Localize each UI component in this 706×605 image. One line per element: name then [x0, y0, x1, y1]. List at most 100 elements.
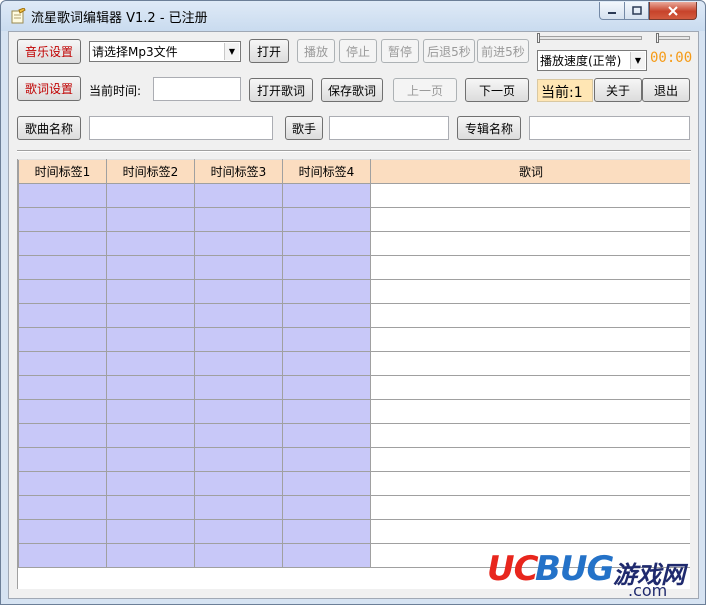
timestamp-cell[interactable] — [106, 231, 195, 256]
timestamp-cell[interactable] — [282, 327, 371, 352]
open-button[interactable]: 打开 — [249, 39, 289, 63]
timestamp-cell[interactable] — [194, 423, 283, 448]
lyrics-cell[interactable] — [370, 375, 690, 400]
album-name-button[interactable]: 专辑名称 — [457, 116, 521, 140]
maximize-button[interactable] — [624, 2, 649, 20]
timestamp-cell[interactable] — [194, 207, 283, 232]
timestamp-cell[interactable] — [282, 279, 371, 304]
timestamp-cell[interactable] — [282, 183, 371, 208]
lyrics-cell[interactable] — [370, 279, 690, 304]
timestamp-cell[interactable] — [18, 399, 107, 424]
timestamp-cell[interactable] — [18, 471, 107, 496]
back-5s-button[interactable]: 后退5秒 — [423, 39, 475, 63]
timestamp-cell[interactable] — [18, 303, 107, 328]
position-slider[interactable] — [537, 36, 642, 40]
timestamp-cell[interactable] — [18, 447, 107, 472]
column-header-timestamp-1[interactable]: 时间标签1 — [18, 159, 107, 184]
song-name-button[interactable]: 歌曲名称 — [17, 116, 81, 140]
lyrics-grid[interactable]: 时间标签1 时间标签2 时间标签3 时间标签4 歌词 — [17, 159, 690, 589]
position-slider-thumb[interactable] — [537, 33, 540, 43]
singer-input[interactable] — [329, 116, 449, 140]
singer-button[interactable]: 歌手 — [285, 116, 323, 140]
play-button[interactable]: 播放 — [297, 39, 335, 63]
timestamp-cell[interactable] — [106, 207, 195, 232]
lyrics-cell[interactable] — [370, 255, 690, 280]
lyrics-cell[interactable] — [370, 303, 690, 328]
timestamp-cell[interactable] — [106, 447, 195, 472]
timestamp-cell[interactable] — [194, 231, 283, 256]
timestamp-cell[interactable] — [194, 471, 283, 496]
timestamp-cell[interactable] — [282, 543, 371, 568]
lyrics-cell[interactable] — [370, 471, 690, 496]
lyrics-cell[interactable] — [370, 327, 690, 352]
timestamp-cell[interactable] — [282, 375, 371, 400]
timestamp-cell[interactable] — [282, 255, 371, 280]
timestamp-cell[interactable] — [194, 543, 283, 568]
next-page-button[interactable]: 下一页 — [465, 78, 529, 102]
timestamp-cell[interactable] — [106, 303, 195, 328]
timestamp-cell[interactable] — [194, 519, 283, 544]
lyrics-cell[interactable] — [370, 399, 690, 424]
timestamp-cell[interactable] — [18, 543, 107, 568]
pause-button[interactable]: 暂停 — [381, 39, 419, 63]
timestamp-cell[interactable] — [106, 399, 195, 424]
minimize-button[interactable] — [599, 2, 625, 20]
timestamp-cell[interactable] — [18, 423, 107, 448]
timestamp-cell[interactable] — [194, 399, 283, 424]
lyrics-cell[interactable] — [370, 495, 690, 520]
chevron-down-icon[interactable]: ▼ — [630, 52, 645, 69]
stop-button[interactable]: 停止 — [339, 39, 377, 63]
timestamp-cell[interactable] — [194, 351, 283, 376]
timestamp-cell[interactable] — [194, 375, 283, 400]
close-button[interactable] — [649, 2, 697, 20]
title-bar[interactable]: 流星歌词编辑器 V1.2 - 已注册 — [1, 1, 705, 31]
timestamp-cell[interactable] — [106, 327, 195, 352]
timestamp-cell[interactable] — [106, 183, 195, 208]
timestamp-cell[interactable] — [18, 255, 107, 280]
timestamp-cell[interactable] — [282, 495, 371, 520]
timestamp-cell[interactable] — [18, 375, 107, 400]
timestamp-cell[interactable] — [18, 327, 107, 352]
lyrics-cell[interactable] — [370, 423, 690, 448]
song-name-input[interactable] — [89, 116, 273, 140]
save-lyrics-button[interactable]: 保存歌词 — [321, 78, 383, 102]
timestamp-cell[interactable] — [18, 351, 107, 376]
timestamp-cell[interactable] — [106, 543, 195, 568]
timestamp-cell[interactable] — [18, 279, 107, 304]
timestamp-cell[interactable] — [194, 495, 283, 520]
timestamp-cell[interactable] — [18, 183, 107, 208]
lyrics-cell[interactable] — [370, 351, 690, 376]
lyrics-cell[interactable] — [370, 183, 690, 208]
timestamp-cell[interactable] — [282, 207, 371, 232]
timestamp-cell[interactable] — [194, 255, 283, 280]
timestamp-cell[interactable] — [106, 423, 195, 448]
column-header-lyrics[interactable]: 歌词 — [370, 159, 690, 184]
timestamp-cell[interactable] — [106, 519, 195, 544]
timestamp-cell[interactable] — [282, 423, 371, 448]
timestamp-cell[interactable] — [106, 279, 195, 304]
speed-select[interactable]: 播放速度(正常) ▼ — [537, 50, 647, 71]
timestamp-cell[interactable] — [282, 447, 371, 472]
volume-slider-thumb[interactable] — [656, 33, 659, 43]
timestamp-cell[interactable] — [106, 495, 195, 520]
timestamp-cell[interactable] — [282, 519, 371, 544]
mp3-file-select[interactable]: 请选择Mp3文件 ▼ — [89, 41, 241, 62]
chevron-down-icon[interactable]: ▼ — [224, 43, 239, 60]
timestamp-cell[interactable] — [18, 519, 107, 544]
open-lyrics-button[interactable]: 打开歌词 — [249, 78, 313, 102]
column-header-timestamp-2[interactable]: 时间标签2 — [106, 159, 195, 184]
timestamp-cell[interactable] — [18, 231, 107, 256]
music-settings-button[interactable]: 音乐设置 — [17, 39, 81, 64]
timestamp-cell[interactable] — [106, 375, 195, 400]
timestamp-cell[interactable] — [282, 351, 371, 376]
timestamp-cell[interactable] — [18, 495, 107, 520]
column-header-timestamp-4[interactable]: 时间标签4 — [282, 159, 371, 184]
lyrics-cell[interactable] — [370, 519, 690, 544]
timestamp-cell[interactable] — [194, 183, 283, 208]
timestamp-cell[interactable] — [282, 303, 371, 328]
exit-button[interactable]: 退出 — [642, 78, 690, 102]
timestamp-cell[interactable] — [282, 399, 371, 424]
timestamp-cell[interactable] — [194, 327, 283, 352]
album-name-input[interactable] — [529, 116, 690, 140]
lyrics-cell[interactable] — [370, 207, 690, 232]
